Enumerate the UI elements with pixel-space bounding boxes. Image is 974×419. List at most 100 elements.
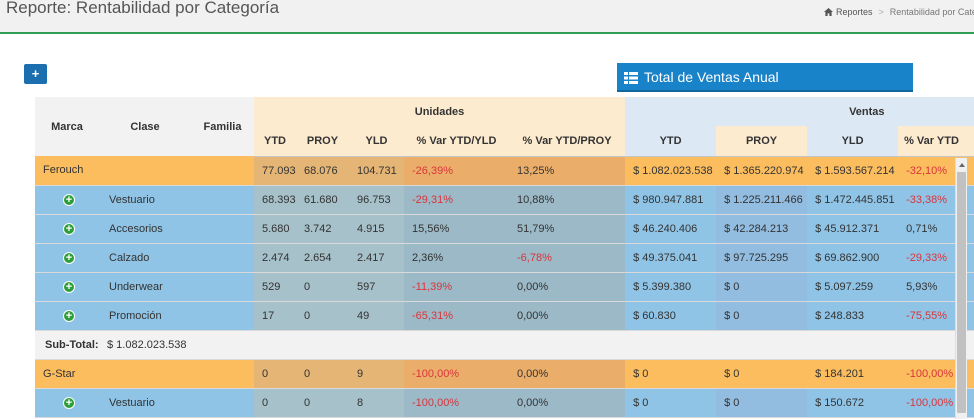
expand-cell[interactable]: +: [35, 243, 99, 273]
col-header-units-proy[interactable]: PROY: [296, 126, 349, 157]
class-row[interactable]: + Calzado 2.474 2.654 2.417 2,36% -6,78% $ 49.3…: [35, 243, 974, 273]
cell-s-yld: $ 184.201: [807, 359, 899, 389]
col-header-sales-yld[interactable]: YLD: [807, 126, 899, 157]
cell-u-var-proy: 10,88%: [509, 185, 626, 215]
cell-u-var-yld: -100,00%: [404, 359, 509, 389]
cell-s-proy: $ 0: [716, 272, 808, 302]
cell-s-yld: $ 1.472.445.851: [807, 185, 899, 215]
cell-u-var-proy: 0,00%: [509, 272, 626, 302]
cell-s-yld: $ 248.833: [807, 301, 899, 331]
cell-u-proy: 68.076: [296, 156, 349, 186]
col-header-units-var-proy[interactable]: % Var YTD/PROY: [509, 126, 626, 157]
class-row[interactable]: + Vestuario 0 0 8 -100,00% 0,00% $ 0 $ 0 $ 150.67…: [35, 388, 974, 418]
cell-u-yld: 597: [349, 272, 404, 302]
home-icon[interactable]: [824, 8, 833, 16]
cell-u-yld: 9: [349, 359, 404, 389]
cell-u-var-proy: 13,25%: [509, 156, 626, 186]
cell-u-var-proy: 0,00%: [509, 301, 626, 331]
cell-u-var-yld: 15,56%: [404, 214, 509, 244]
cell-s-ytd: $ 46.240.406: [625, 214, 717, 244]
cell-u-ytd: 0: [254, 359, 296, 389]
table-icon: [624, 65, 638, 93]
cell-s-proy: $ 1.225.211.466: [716, 185, 808, 215]
cell-s-proy: $ 1.365.220.974: [716, 156, 808, 186]
subtotal-row[interactable]: Sub-Total: $ 1.082.023.538: [35, 330, 974, 360]
col-header-familia[interactable]: Familia: [191, 97, 254, 156]
cell-u-var-yld: 2,36%: [404, 243, 509, 273]
class-row[interactable]: + Vestuario 68.393 61.680 96.753 -29,31% 10,88…: [35, 185, 974, 215]
col-header-sales-ytd[interactable]: YTD: [625, 126, 717, 157]
brand-row[interactable]: G-Star 0 0 9 -100,00% 0,00% $ 0 $ 0 $ 184.201 -10…: [35, 359, 974, 389]
cell-u-var-proy: 0,00%: [509, 388, 626, 418]
page-title: Reporte: Rentabilidad por Categoría: [6, 0, 280, 17]
expand-cell[interactable]: +: [35, 272, 99, 302]
cell-u-ytd: 5.680: [254, 214, 296, 244]
subtotal-label: Sub-Total:: [35, 330, 99, 360]
cell-u-proy: 0: [296, 359, 349, 389]
cell-u-yld: 2.417: [349, 243, 404, 273]
cell-u-yld: 104.731: [349, 156, 404, 186]
class-row[interactable]: + Promoción 17 0 49 -65,31% 0,00% $ 60.830 $ 0 $ …: [35, 301, 974, 331]
col-header-units-var-yld[interactable]: % Var YTD/YLD: [404, 126, 509, 157]
expand-plus-icon[interactable]: +: [63, 222, 75, 235]
cell-s-yld: $ 5.097.259: [807, 272, 899, 302]
cell-s-ytd: $ 5.399.380: [625, 272, 717, 302]
col-header-clase[interactable]: Clase: [99, 97, 191, 156]
cell-u-var-proy: 0,00%: [509, 359, 626, 389]
cell-s-proy: $ 97.725.295: [716, 243, 808, 273]
class-row[interactable]: + Accesorios 5.680 3.742 4.915 15,56% 51,79% $ …: [35, 214, 974, 244]
subtotal-filler: [254, 330, 974, 360]
col-header-marca[interactable]: Marca: [35, 97, 99, 156]
clase-cell: Calzado: [99, 243, 254, 273]
cell-s-ytd: $ 1.082.023.538: [625, 156, 717, 186]
expand-cell[interactable]: +: [35, 301, 99, 331]
cell-u-ytd: 77.093: [254, 156, 296, 186]
data-grid: Marca Clase Familia Unidades Ventas YTD …: [35, 97, 974, 419]
expand-plus-icon[interactable]: +: [63, 309, 75, 322]
vertical-scrollbar[interactable]: [955, 158, 967, 419]
clase-cell: Underwear: [99, 272, 254, 302]
add-button[interactable]: +: [24, 64, 47, 84]
expand-cell[interactable]: +: [35, 388, 99, 418]
expand-cell[interactable]: +: [35, 214, 99, 244]
marca-cell: Ferouch: [35, 156, 254, 186]
cell-u-var-proy: -6,78%: [509, 243, 626, 273]
cell-s-yld: $ 69.862.900: [807, 243, 899, 273]
tab-total-ventas-anual[interactable]: Total de Ventas Anual: [617, 63, 913, 92]
cell-s-ytd: $ 980.947.881: [625, 185, 717, 215]
class-row[interactable]: + Underwear 529 0 597 -11,39% 0,00% $ 5.399.380…: [35, 272, 974, 302]
brand-row[interactable]: Ferouch 77.093 68.076 104.731 -26,39% 13,25% $…: [35, 156, 974, 186]
marca-cell: G-Star: [35, 359, 254, 389]
col-header-sales-proy[interactable]: PROY: [716, 126, 808, 157]
cell-u-yld: 49: [349, 301, 404, 331]
scroll-up-arrow-icon[interactable]: [959, 163, 965, 167]
breadcrumb-home-link[interactable]: Reportes: [836, 7, 873, 17]
cell-s-yld: $ 45.912.371: [807, 214, 899, 244]
cell-u-proy: 0: [296, 272, 349, 302]
expand-plus-icon[interactable]: +: [63, 280, 75, 293]
expand-cell[interactable]: +: [35, 185, 99, 215]
cell-u-var-yld: -65,31%: [404, 301, 509, 331]
expand-plus-icon[interactable]: +: [63, 251, 75, 264]
clase-cell: Vestuario: [99, 388, 254, 418]
cell-u-proy: 3.742: [296, 214, 349, 244]
cell-u-yld: 4.915: [349, 214, 404, 244]
cell-u-var-yld: -29,31%: [404, 185, 509, 215]
clase-cell: Promoción: [99, 301, 254, 331]
cell-s-proy: $ 0: [716, 388, 808, 418]
col-header-units-yld[interactable]: YLD: [349, 126, 404, 157]
col-header-sales-var[interactable]: % Var YTD: [898, 126, 974, 157]
cell-s-ytd: $ 60.830: [625, 301, 717, 331]
col-header-units-ytd[interactable]: YTD: [254, 126, 296, 157]
cell-u-var-yld: -26,39%: [404, 156, 509, 186]
group-header-ventas: Ventas: [625, 97, 974, 126]
cell-u-var-yld: -100,00%: [404, 388, 509, 418]
expand-plus-icon[interactable]: +: [63, 396, 75, 409]
cell-s-ytd: $ 0: [625, 388, 717, 418]
group-header-unidades: Unidades: [254, 97, 626, 126]
expand-plus-icon[interactable]: +: [63, 193, 75, 206]
cell-u-ytd: 529: [254, 272, 296, 302]
cell-s-proy: $ 42.284.213: [716, 214, 808, 244]
cell-u-ytd: 2.474: [254, 243, 296, 273]
scrollbar-thumb[interactable]: [957, 172, 966, 413]
